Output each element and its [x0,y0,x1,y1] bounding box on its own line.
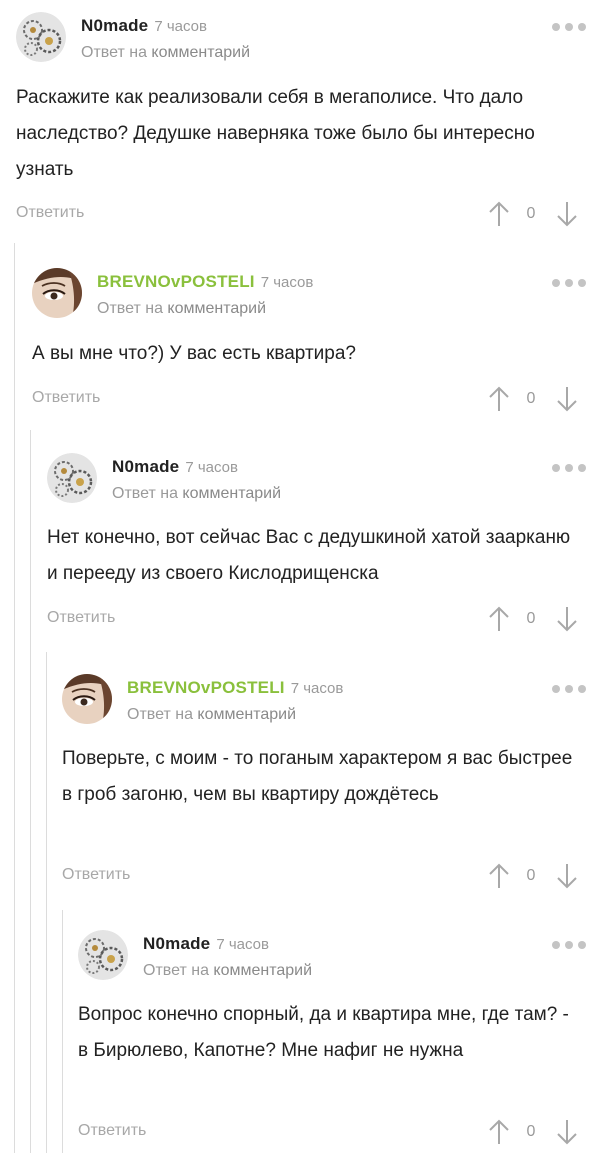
comment-header: N0made 7 часов Ответ на комментарий [81,16,600,64]
timestamp: 7 часов [216,936,269,953]
comment-actions: Ответить 0 [78,1118,600,1148]
timestamp: 7 часов [185,459,238,476]
upvote-arrow-icon[interactable] [488,605,510,633]
vote-count: 0 [526,1123,536,1140]
downvote-arrow-icon[interactable] [556,200,578,228]
gears-avatar[interactable] [47,453,97,503]
author-name[interactable]: N0made [81,16,148,35]
author-name[interactable]: BREVNOvPOSTELI [127,678,285,697]
upvote-arrow-icon[interactable] [488,1118,510,1146]
comment: BREVNOvPOSTELI 7 часов Ответ на комментар… [32,268,600,418]
more-options-icon[interactable] [552,278,586,288]
comment-header: BREVNOvPOSTELI 7 часов Ответ на комментар… [97,272,600,320]
comment-header: BREVNOvPOSTELI 7 часов Ответ на комментар… [127,678,600,726]
downvote-arrow-icon[interactable] [556,1118,578,1146]
comment-actions: Ответить 0 [32,385,600,415]
vote-count: 0 [526,610,536,627]
timestamp: 7 часов [260,274,314,291]
timestamp: 7 часов [290,680,344,697]
reply-button[interactable]: Ответить [32,389,100,407]
reply-to-prefix: Ответ на [97,300,163,317]
timestamp: 7 часов [154,18,207,35]
vote-count: 0 [526,205,536,222]
author-name[interactable]: N0made [143,934,210,953]
reply-to: Ответ на комментарий [81,44,250,62]
thread-line [30,430,31,1153]
comment-text: А вы мне что?) У вас есть квартира? [32,343,356,364]
reply-button[interactable]: Ответить [78,1122,146,1140]
comment-actions: Ответить 0 [62,862,600,892]
vote-count: 0 [526,867,536,884]
comment: N0made 7 часов Ответ на комментарий Вопро… [78,930,600,1150]
comment: N0made 7 часов Ответ на комментарий Раска… [16,12,600,237]
comment-text: Поверьте, с моим - то поганым характером… [62,748,573,805]
vote-count: 0 [526,390,536,407]
reply-to-prefix: Ответ на [81,44,147,61]
comment-header: N0made 7 часов Ответ на комментарий [112,457,600,505]
reply-to: Ответ на комментарий [143,962,312,980]
comment-text: Вопрос конечно спорный, да и квартира мн… [78,1004,569,1061]
more-options-icon[interactable] [552,940,586,950]
more-options-icon[interactable] [552,22,586,32]
reply-button[interactable]: Ответить [47,609,115,627]
reply-to: Ответ на комментарий [112,485,281,503]
reply-to-prefix: Ответ на [143,962,209,979]
reply-to-link[interactable]: комментарий [182,485,281,502]
reply-to-link[interactable]: комментарий [167,300,266,317]
comment-actions: Ответить 0 [47,605,600,635]
more-options-icon[interactable] [552,463,586,473]
thread-line [14,243,15,1153]
reply-to: Ответ на комментарий [97,300,266,318]
comment-text: Нет конечно, вот сейчас Вас с дедушкиной… [47,527,571,584]
upvote-arrow-icon[interactable] [488,385,510,413]
comment-header: N0made 7 часов Ответ на комментарий [143,934,600,982]
reply-to-prefix: Ответ на [127,706,193,723]
thread-line [46,652,47,1153]
reply-to-link[interactable]: комментарий [213,962,312,979]
downvote-arrow-icon[interactable] [556,385,578,413]
comment: BREVNOvPOSTELI 7 часов Ответ на комментар… [62,674,600,894]
comment: N0made 7 часов Ответ на комментарий Нет к… [47,453,600,638]
reply-button[interactable]: Ответить [16,204,84,222]
upvote-arrow-icon[interactable] [488,200,510,228]
comment-text: Раскажите как реализовали себя в мегапол… [16,87,535,180]
upvote-arrow-icon[interactable] [488,862,510,890]
woman-eye-avatar[interactable] [32,268,82,318]
author-name[interactable]: N0made [112,457,179,476]
reply-to-link[interactable]: комментарий [151,44,250,61]
gears-avatar[interactable] [78,930,128,980]
reply-to-prefix: Ответ на [112,485,178,502]
comment-actions: Ответить 0 [16,200,600,230]
gears-avatar[interactable] [16,12,66,62]
downvote-arrow-icon[interactable] [556,605,578,633]
reply-to-link[interactable]: комментарий [197,706,296,723]
reply-button[interactable]: Ответить [62,866,130,884]
more-options-icon[interactable] [552,684,586,694]
reply-to: Ответ на комментарий [127,706,296,724]
downvote-arrow-icon[interactable] [556,862,578,890]
author-name[interactable]: BREVNOvPOSTELI [97,272,255,291]
thread-line [62,910,63,1153]
woman-eye-avatar[interactable] [62,674,112,724]
